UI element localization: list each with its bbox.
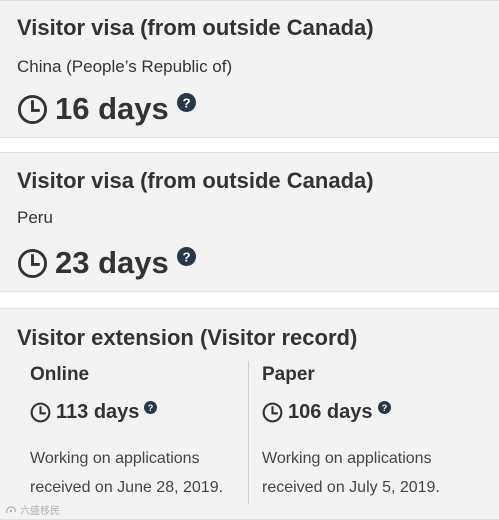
watermark: 六盛移民: [5, 502, 60, 517]
online-label: Online: [30, 364, 90, 385]
column-divider: [248, 361, 249, 504]
paper-column: Paper 106 days ? Working on applications…: [262, 353, 482, 511]
clock-icon: [17, 248, 48, 278]
paper-note: Working on applications received on July…: [262, 450, 440, 496]
svg-text:?: ?: [182, 249, 190, 264]
svg-text:?: ?: [381, 402, 387, 412]
processing-time-card-extension: Visitor extension (Visitor record) Onlin…: [0, 308, 499, 520]
processing-time-row: 23 days ?: [17, 245, 196, 281]
card-title: Visitor visa (from outside Canada): [17, 15, 374, 40]
processing-time-card-peru: Visitor visa (from outside Canada) Peru …: [0, 152, 499, 292]
processing-time-value: 23 days: [55, 245, 169, 280]
processing-time-row: 16 days ?: [17, 91, 196, 127]
paper-processing-time-value: 106 days: [288, 400, 373, 423]
question-circle-icon[interactable]: ?: [377, 400, 391, 414]
online-note: Working on applications received on June…: [30, 450, 224, 496]
country-label: Peru: [17, 208, 53, 227]
question-circle-icon[interactable]: ?: [176, 92, 196, 112]
paper-processing-time-row: 106 days ?: [262, 398, 391, 426]
paper-label: Paper: [262, 364, 315, 385]
question-circle-icon[interactable]: ?: [176, 246, 196, 266]
clock-icon: [17, 94, 48, 124]
clock-icon: [30, 402, 51, 422]
online-column: Online 113 days ? Working on application…: [30, 353, 240, 511]
country-label: China (People’s Republic of): [17, 57, 233, 76]
card-title: Visitor extension (Visitor record): [17, 325, 358, 350]
processing-time-card-china: Visitor visa (from outside Canada) China…: [0, 0, 499, 138]
clock-icon: [262, 402, 283, 422]
question-circle-icon[interactable]: ?: [144, 400, 158, 414]
watermark-logo-icon: [6, 505, 16, 513]
online-processing-time-row: 113 days ?: [30, 398, 158, 426]
processing-time-value: 16 days: [55, 91, 169, 126]
watermark-text: 六盛移民: [20, 506, 60, 517]
card-title: Visitor visa (from outside Canada): [17, 168, 374, 193]
svg-text:?: ?: [182, 95, 190, 110]
svg-text:?: ?: [148, 402, 154, 412]
online-processing-time-value: 113 days: [56, 400, 140, 423]
